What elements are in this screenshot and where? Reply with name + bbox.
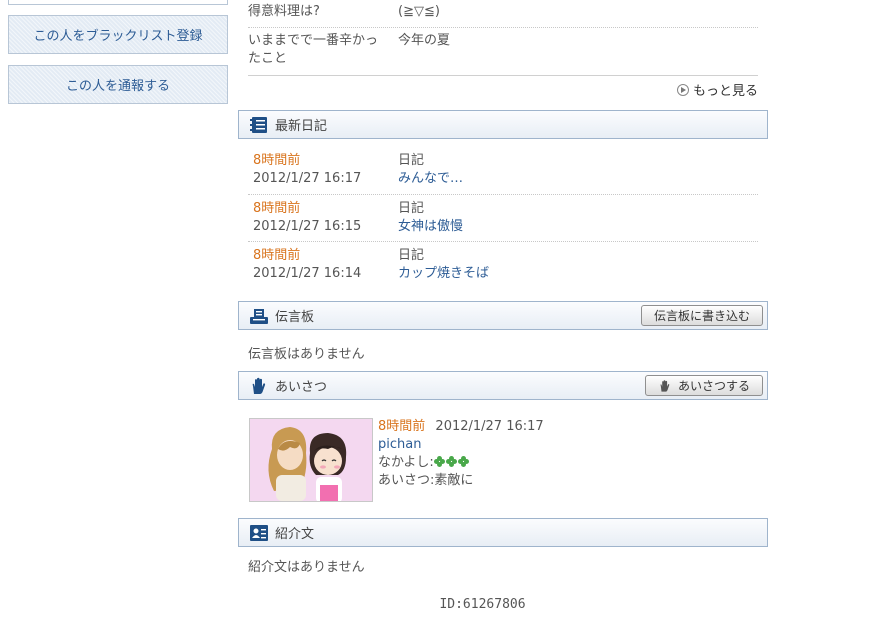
entry-date: 2012/1/27 16:15 (253, 219, 362, 234)
clover-icon (445, 456, 457, 467)
sidebar-top-button-edge (8, 0, 228, 5)
notebook-icon (249, 116, 269, 134)
entry-time-ago: 8時間前 (253, 153, 301, 168)
entry-time-ago: 8時間前 (253, 248, 301, 263)
greeting-section-header: あいさつ あいさつする (238, 371, 768, 400)
entry-time-ago: 8時間前 (253, 201, 301, 216)
entry-category: 日記 (398, 153, 425, 168)
friendship-clovers (433, 455, 470, 470)
list-item: 8時間前 2012/1/27 16:17 日記 みんなで… (253, 152, 758, 192)
friendship-level: なかよし: (378, 454, 470, 472)
entry-category: 日記 (398, 248, 425, 263)
divider (248, 75, 758, 76)
entry-date: 2012/1/27 16:17 (253, 171, 362, 186)
section-title: 紹介文 (275, 527, 315, 542)
list-item: 8時間前 2012/1/27 16:15 日記 女神は傲慢 (253, 200, 758, 240)
profile-card-icon (249, 524, 269, 542)
profile-value: (≧▽≦) (398, 4, 440, 19)
user-id: ID:61267806 (439, 597, 526, 612)
section-title: 伝言板 (275, 310, 315, 325)
greeting-time-ago: 8時間前 (378, 419, 426, 434)
entry-category: 日記 (398, 201, 425, 216)
clover-icon (457, 456, 469, 467)
list-item: 8時間前 2012/1/27 16:14 日記 カップ焼きそば (253, 247, 758, 287)
clover-icon (433, 456, 445, 467)
profile-row-favorite-dish: 得意料理は? (≧▽≦) (248, 3, 758, 21)
message-tray-icon (249, 307, 269, 325)
profile-row-hardest-thing: いままでで一番辛かっ たこと 今年の夏 (248, 32, 758, 68)
friendship-label: なかよし: (378, 455, 434, 470)
more-link-label: もっと見る (692, 84, 758, 99)
greeting-meta: 8時間前 2012/1/27 16:17 (378, 418, 544, 436)
blacklist-button[interactable]: この人をブラックリスト登録 (8, 15, 228, 54)
entry-title-link[interactable]: カップ焼きそば (398, 265, 489, 283)
board-section-header: 伝言板 伝言板に書き込む (238, 301, 768, 330)
write-board-button[interactable]: 伝言板に書き込む (640, 305, 763, 326)
user-avatar[interactable] (249, 418, 373, 502)
greet-button[interactable]: あいさつする (644, 375, 763, 396)
entry-title-link[interactable]: みんなで… (398, 170, 463, 188)
greet-button-label: あいさつする (677, 379, 750, 393)
more-link[interactable]: もっと見る (676, 80, 758, 99)
divider (248, 27, 758, 28)
greeting-date: 2012/1/27 16:17 (435, 419, 544, 434)
section-title: あいさつ (275, 380, 328, 395)
diary-section-header: 最新日記 (238, 110, 768, 139)
divider (248, 241, 758, 242)
hand-icon (660, 379, 670, 392)
entry-date: 2012/1/27 16:14 (253, 266, 362, 281)
entry-title-link[interactable]: 女神は傲慢 (398, 218, 463, 236)
report-button[interactable]: この人を通報する (8, 65, 228, 104)
greeting-user-link[interactable]: pichan (378, 436, 421, 454)
divider (248, 194, 758, 195)
arrow-right-icon (676, 83, 689, 96)
greeting-type: あいさつ:素敵に (378, 473, 474, 488)
intro-section-header: 紹介文 (238, 518, 768, 547)
profile-value: 今年の夏 (398, 33, 451, 48)
intro-empty-message: 紹介文はありません (248, 560, 365, 575)
board-empty-message: 伝言板はありません (248, 347, 365, 362)
hand-icon (249, 377, 269, 395)
profile-label: いままでで一番辛かっ たこと (248, 33, 379, 66)
profile-label: 得意料理は? (248, 4, 320, 19)
section-title: 最新日記 (275, 119, 328, 134)
